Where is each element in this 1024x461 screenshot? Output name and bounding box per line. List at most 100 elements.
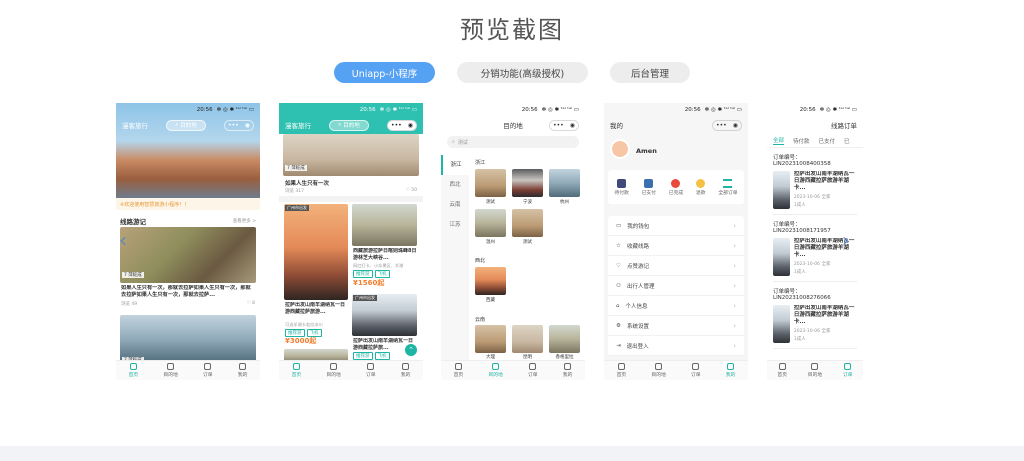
scroll-top-button[interactable]: ⌃: [405, 344, 417, 356]
route-price-2: ¥1560起: [353, 279, 385, 287]
preview-section: 预览截图 Uniapp-小程序 分销功能(高级授权) 后台管理 20:56 ✻ ◎…: [0, 0, 1024, 461]
tabbar-mine[interactable]: 我的: [238, 363, 247, 378]
notice-bar: ※欢迎使用智慧旅游小程序！！: [116, 198, 260, 210]
search-pill[interactable]: ⌕ 目的地: [329, 119, 369, 131]
route-image-eiffel[interactable]: [284, 204, 348, 300]
status-bar: 20:56 ✻ ◎ ✱ ᵗᵃˡ ᵗᵃˡ ▭: [799, 106, 857, 113]
tabbar-order[interactable]: 订单: [203, 363, 213, 378]
sidebar-item-jiangsu[interactable]: 江苏: [441, 215, 469, 235]
tab-all[interactable]: 全部: [773, 136, 785, 145]
tab-paid[interactable]: 已支付: [819, 137, 836, 145]
location-icon: [811, 363, 819, 370]
route-image-road[interactable]: [352, 204, 417, 246]
shortcut-refund[interactable]: 退款: [696, 178, 706, 196]
phone-screenshot-profile: 20:56 ✻ ◎ ✱ ᵗᵃˡ ᵗᵃˡ ▭ 我的 ••• ◉ Amen 待付款 已支…: [604, 103, 748, 380]
wallet-icon: [617, 178, 627, 188]
route-tag: 飞机: [374, 270, 390, 278]
heart-icon: ♡: [616, 262, 621, 269]
teal-header: 20:56 ✻ ◎ ✱ ᵗᵃˡ ᵗᵃˡ ▭ 漫客旅行 ⌕ 目的地 ••• ◉: [279, 103, 423, 134]
capsule-menu[interactable]: ••• ◉: [712, 119, 742, 131]
users-icon: ⚇: [616, 282, 621, 289]
tab-bar: 首页 目的地 订单 我的: [116, 360, 260, 380]
tabbar-home[interactable]: 首页: [292, 363, 301, 378]
tabbar-order[interactable]: 订单: [366, 363, 376, 378]
order-card[interactable]: 订单编号：LIN20231008400358 拉萨出发山南羊湖纳瓦一日游西藏拉萨…: [773, 153, 857, 215]
user-icon: [402, 363, 410, 370]
dest-image[interactable]: [512, 169, 543, 197]
view-count: 浏览 317: [285, 189, 305, 194]
tabbar-order[interactable]: 订单: [843, 363, 853, 378]
note-badge: 7 萍蛇成: [122, 272, 144, 278]
search-input[interactable]: ⌕ 测试: [447, 136, 579, 148]
nav-bar: 我的 ••• ◉: [604, 116, 748, 134]
shortcut-all[interactable]: 全部订单: [718, 178, 738, 196]
tabbar-dest[interactable]: 目的地: [808, 363, 822, 378]
tabbar-dest[interactable]: 目的地: [163, 363, 178, 378]
carousel-prev-arrow[interactable]: ‹: [119, 228, 127, 252]
tabbar-order[interactable]: 订单: [528, 363, 538, 378]
tabbar-home[interactable]: 首页: [777, 363, 787, 378]
order-card[interactable]: 订单编号：LIN20231008276066 拉萨出发山南羊湖纳瓦一日游西藏拉萨…: [773, 287, 857, 349]
check-icon: [671, 178, 681, 188]
tab-unpaid[interactable]: 待付款: [793, 137, 810, 145]
note-card-image-2[interactable]: [120, 315, 256, 363]
dest-image[interactable]: [512, 209, 543, 237]
tab-bar: 首页 目的地 订单 我的: [441, 360, 585, 380]
menu-likes[interactable]: ♡ 点赞游记 ›: [608, 256, 744, 276]
home-icon: ⌂: [616, 302, 620, 309]
menu-travelers[interactable]: ⚇ 出行人管理 ›: [608, 276, 744, 296]
capsule-menu[interactable]: ••• ◉: [549, 119, 579, 131]
route-badge-2: 广州市出发: [353, 295, 377, 301]
shortcut-pending[interactable]: 待付款: [614, 178, 629, 196]
avatar[interactable]: [610, 139, 630, 159]
user-icon: [239, 363, 247, 370]
route-tag: 推荐游: [353, 352, 373, 360]
shortcut-done[interactable]: 已完成: [669, 178, 683, 196]
home-icon: [292, 363, 300, 370]
tabbar-mine[interactable]: 我的: [401, 363, 410, 378]
sidebar-item-zhejiang[interactable]: 浙江: [441, 155, 469, 175]
dest-image[interactable]: [549, 169, 580, 197]
menu-favorites[interactable]: ☆ 收藏线路 ›: [608, 236, 744, 256]
like-count[interactable]: ♡ 50: [406, 188, 417, 194]
like-count[interactable]: ♡ 8: [247, 301, 255, 307]
tabbar-home[interactable]: 首页: [617, 363, 626, 378]
tabbar-dest[interactable]: 目的地: [326, 363, 341, 378]
tab-admin[interactable]: 后台管理: [610, 62, 690, 83]
star-icon: ☆: [616, 242, 621, 249]
tabbar-mine[interactable]: 我的: [563, 363, 572, 378]
profile-menu: ▭ 我的钱包 › ☆ 收藏线路 › ♡ 点赞游记 › ⚇ 出行人管理 › ⌂ 个人信息 › ⚙ 系统设…: [608, 216, 744, 356]
tabbar-mine[interactable]: 我的: [726, 363, 735, 378]
dest-image[interactable]: [549, 325, 580, 353]
capsule-menu[interactable]: ••• ◉: [387, 119, 417, 131]
search-pill[interactable]: ⌕ 目的地: [166, 119, 206, 131]
tab-more[interactable]: 已: [844, 137, 850, 145]
nav-bar: 目的地 ••• ◉: [441, 116, 585, 134]
tabbar-home[interactable]: 首页: [454, 363, 463, 378]
note-badge: 7 萍蛇成: [285, 165, 307, 171]
menu-logout[interactable]: ⇥ 退出登入 ›: [608, 336, 744, 356]
dest-image[interactable]: [475, 169, 506, 197]
menu-wallet[interactable]: ▭ 我的钱包 ›: [608, 216, 744, 236]
tabbar-dest[interactable]: 目的地: [488, 363, 503, 378]
tabbar-order[interactable]: 订单: [691, 363, 701, 378]
capsule-menu[interactable]: ••• ◉: [224, 119, 254, 131]
search-icon: ⌕: [452, 139, 455, 145]
carousel-next-arrow[interactable]: ›: [842, 228, 850, 252]
more-link[interactable]: 查看更多 >: [233, 218, 256, 224]
dest-image[interactable]: [475, 209, 506, 237]
tab-distribution[interactable]: 分销功能(高级授权): [457, 62, 588, 83]
dest-image[interactable]: [475, 325, 506, 353]
tabbar-dest[interactable]: 目的地: [651, 363, 666, 378]
phone-screenshot-destinations: 20:56 ✻ ◎ ✱ ᵗᵃˡ ᵗᵃˡ ▭ 目的地 ••• ◉ ⌕ 测试 浙江 西北 …: [441, 103, 585, 380]
tabbar-home[interactable]: 首页: [129, 363, 138, 378]
sidebar-item-yunnan[interactable]: 云南: [441, 195, 469, 215]
menu-settings[interactable]: ⚙ 系统设置 ›: [608, 316, 744, 336]
sidebar-item-xibei[interactable]: 西北: [441, 175, 469, 195]
dest-image[interactable]: [475, 267, 506, 295]
menu-profile[interactable]: ⌂ 个人信息 ›: [608, 296, 744, 316]
dest-image[interactable]: [512, 325, 543, 353]
shortcut-paid[interactable]: 已支付: [642, 178, 656, 196]
tab-uniapp[interactable]: Uniapp-小程序: [334, 62, 435, 83]
order-tabs: 全部 待付款 已支付 已: [767, 134, 863, 148]
